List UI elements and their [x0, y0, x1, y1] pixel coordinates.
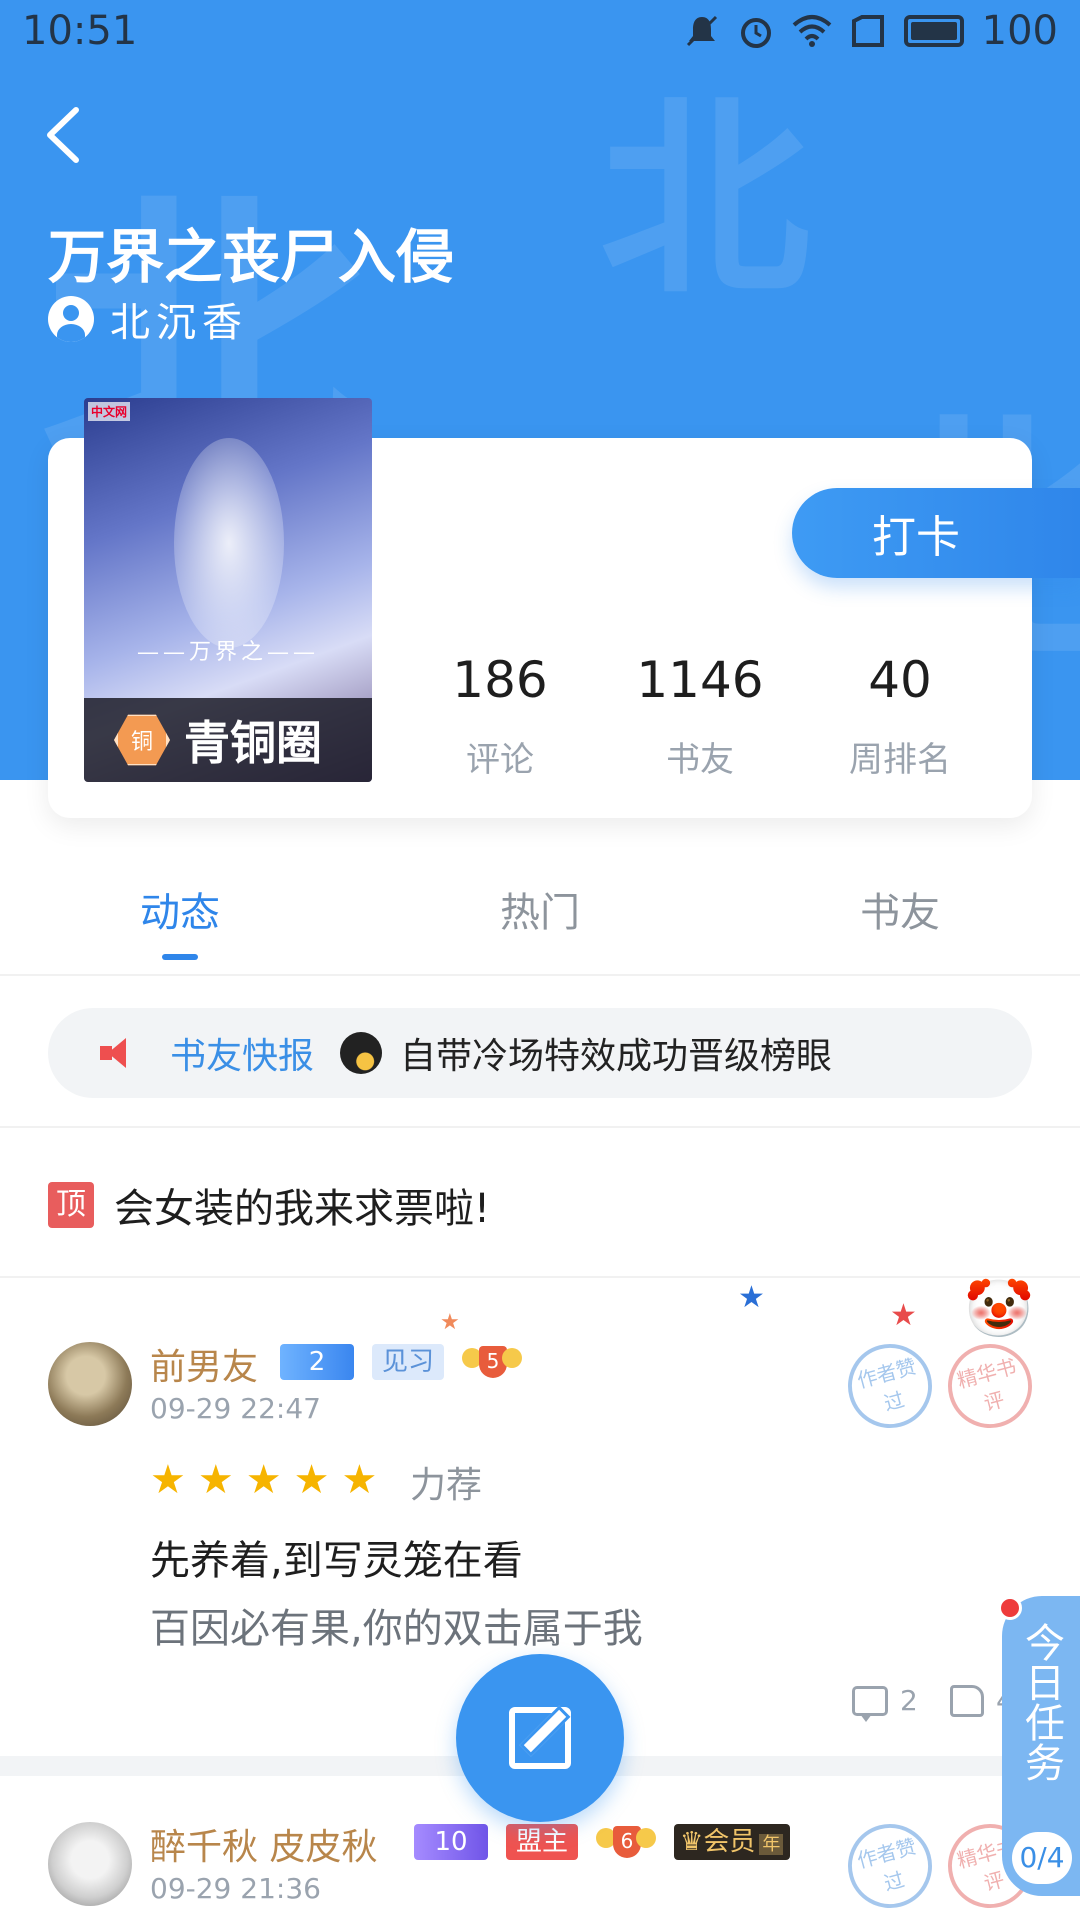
battery-icon: [903, 15, 964, 47]
comment-button[interactable]: 2: [852, 1684, 918, 1722]
pinned-post[interactable]: 顶 会女装的我来求票啦!: [48, 1176, 490, 1234]
rank-wing-icon: 5: [462, 1342, 522, 1382]
stat-comments[interactable]: 186 评论: [400, 650, 600, 781]
star-icon: ★: [293, 1457, 330, 1503]
star-icon: ★: [245, 1457, 282, 1503]
username[interactable]: 前男友: [150, 1338, 258, 1390]
tab-activity[interactable]: 动态: [0, 870, 360, 974]
stat-readers[interactable]: 1146 书友: [600, 650, 800, 781]
avatar[interactable]: [48, 1342, 132, 1426]
stat-label: 书友: [666, 740, 734, 780]
book-cover[interactable]: 中文网 ——万界之—— 铜 青铜圈: [84, 398, 372, 782]
notification-dot: [998, 1596, 1022, 1620]
cover-subtitle: ——万界之——: [136, 640, 319, 665]
crown-icon: ♛: [680, 1827, 704, 1857]
post-text: 先养着,到写灵笼在看: [150, 1538, 523, 1584]
back-button[interactable]: [40, 100, 100, 180]
chevron-left-icon: [47, 107, 79, 163]
divider: [0, 1276, 1080, 1278]
comment-count: 2: [900, 1684, 918, 1717]
star-decoration-icon: ★: [440, 1310, 460, 1335]
tab-hot[interactable]: 热门: [360, 870, 720, 974]
status-time: 10:51: [22, 8, 138, 54]
avatar[interactable]: [48, 1822, 132, 1906]
stat-value: 1146: [636, 651, 764, 709]
wifi-icon: [792, 15, 831, 47]
star-decoration-icon: ★: [890, 1298, 917, 1333]
cover-art: [174, 438, 284, 648]
circle-level: 青铜圈: [184, 716, 322, 770]
tab-bar: 动态 热门 书友: [0, 870, 1080, 976]
bronze-badge-icon: 铜: [114, 714, 170, 766]
author-name: 北沉香: [110, 300, 248, 346]
watermark-char: 北: [600, 76, 811, 323]
title-tag: 盟主: [506, 1824, 578, 1860]
status-icons: 100: [684, 8, 1058, 54]
stat-value: 40: [868, 651, 932, 709]
user-icon: [48, 296, 94, 342]
alarm-icon: [740, 18, 771, 48]
task-label: 今日任务: [1018, 1622, 1064, 1782]
fan-level-badge: 2: [280, 1344, 354, 1380]
circle-level-band: 铜 青铜圈: [84, 698, 372, 782]
vip-badge: ♛会员年: [674, 1824, 790, 1860]
thumbs-up-icon: [950, 1684, 984, 1717]
news-text: 自带冷场特效成功晋级榜眼: [400, 1036, 833, 1077]
post-text: 百因必有果,你的双击属于我: [150, 1606, 643, 1652]
write-post-button[interactable]: [456, 1654, 624, 1822]
username[interactable]: 醉千秋 皮皮秋: [150, 1818, 377, 1870]
news-tag: 书友快报: [170, 1036, 315, 1077]
book-title: 万界之丧尸入侵: [48, 223, 455, 291]
mute-icon: [686, 15, 717, 47]
sim-icon: [851, 15, 884, 47]
avatar: [340, 1032, 383, 1074]
edit-icon: [509, 1707, 571, 1769]
star-icon: ★: [197, 1457, 234, 1503]
tab-readers[interactable]: 书友: [720, 870, 1080, 974]
featured-review-stamp-icon: 精华书评: [938, 1334, 1042, 1438]
rating-text: 力荐: [410, 1465, 483, 1506]
author-liked-stamp-icon: 作者赞过: [838, 1814, 942, 1918]
star-decoration-icon: ★: [738, 1280, 765, 1315]
stat-label: 周排名: [849, 740, 951, 780]
vip-suffix: 年: [759, 1834, 784, 1855]
divider: [0, 1126, 1080, 1128]
author-link[interactable]: 北沉香: [48, 290, 248, 348]
status-bar: 10:51 100: [0, 0, 1080, 66]
speaker-icon: [100, 1038, 134, 1068]
post-time: 09-29 22:47: [150, 1392, 321, 1425]
vip-label: 会员: [703, 1827, 756, 1857]
clown-decoration-icon: 🤡: [964, 1277, 1034, 1342]
rank-badge: 5: [479, 1346, 507, 1378]
fan-level-badge: 10: [414, 1824, 488, 1860]
author-liked-stamp-icon: 作者赞过: [838, 1334, 942, 1438]
stat-weekly-rank[interactable]: 40 周排名: [800, 650, 1000, 781]
daily-task-tab[interactable]: 今日任务 0/4: [1002, 1596, 1080, 1896]
stat-label: 评论: [466, 740, 534, 780]
task-progress: 0/4: [1012, 1832, 1072, 1884]
reader-news-bar[interactable]: 书友快报 自带冷场特效成功晋级榜眼: [48, 1008, 1032, 1098]
title-tag: 见习: [372, 1344, 444, 1380]
rank-wing-icon: 6: [596, 1822, 656, 1862]
star-icon: ★: [150, 1457, 186, 1503]
rank-badge: 6: [613, 1826, 641, 1858]
star-icon: ★: [341, 1457, 378, 1503]
stat-value: 186: [452, 651, 548, 709]
stats-row: 186 评论 1146 书友 40 周排名: [400, 650, 1000, 781]
checkin-button[interactable]: 打卡: [792, 488, 1080, 578]
pin-badge: 顶: [48, 1182, 94, 1228]
battery-level: 100: [981, 8, 1058, 54]
rating-stars: ★ ★ ★ ★ ★: [150, 1460, 377, 1500]
post-time: 09-29 21:36: [150, 1872, 321, 1905]
pinned-title: 会女装的我来求票啦!: [114, 1186, 491, 1232]
publisher-logo: 中文网: [88, 402, 131, 421]
comment-icon: [852, 1685, 888, 1722]
